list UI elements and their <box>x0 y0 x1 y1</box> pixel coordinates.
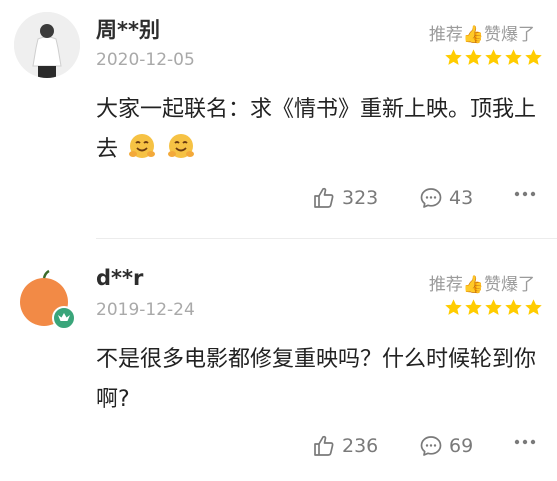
like-count: 236 <box>342 435 379 457</box>
star-rating <box>444 298 543 317</box>
username[interactable]: d**r <box>96 266 143 290</box>
apple-avatar-image <box>20 269 76 330</box>
comment-actions: 236 69 <box>0 434 557 464</box>
star-icon <box>445 299 462 315</box>
like-button[interactable]: 236 <box>312 434 378 458</box>
reply-button[interactable]: 69 <box>419 434 473 458</box>
star-icon <box>505 299 522 315</box>
comment-text: 不是很多电影都修复重映吗？什么时候轮到你啊? <box>96 340 536 420</box>
more-dots-icon <box>514 439 536 445</box>
thumbs-up-icon <box>314 435 334 456</box>
star-icon <box>465 299 482 315</box>
comment-item: d**r 2019-12-24 推荐👍赞爆了 不是很多电影都修复重映吗？什么时候… <box>0 0 557 457</box>
rating-label: 推荐👍赞爆了 <box>428 275 535 295</box>
star-icon <box>485 299 502 315</box>
reply-count: 69 <box>449 435 474 457</box>
comment-date: 2019-12-24 <box>96 300 195 320</box>
star-icon <box>525 299 542 315</box>
avatar[interactable] <box>14 268 80 334</box>
comment-bubble-icon <box>420 436 442 456</box>
more-options-button[interactable] <box>513 438 537 446</box>
comment-text-content: 不是很多电影都修复重映吗？什么时候轮到你啊? <box>96 347 537 412</box>
